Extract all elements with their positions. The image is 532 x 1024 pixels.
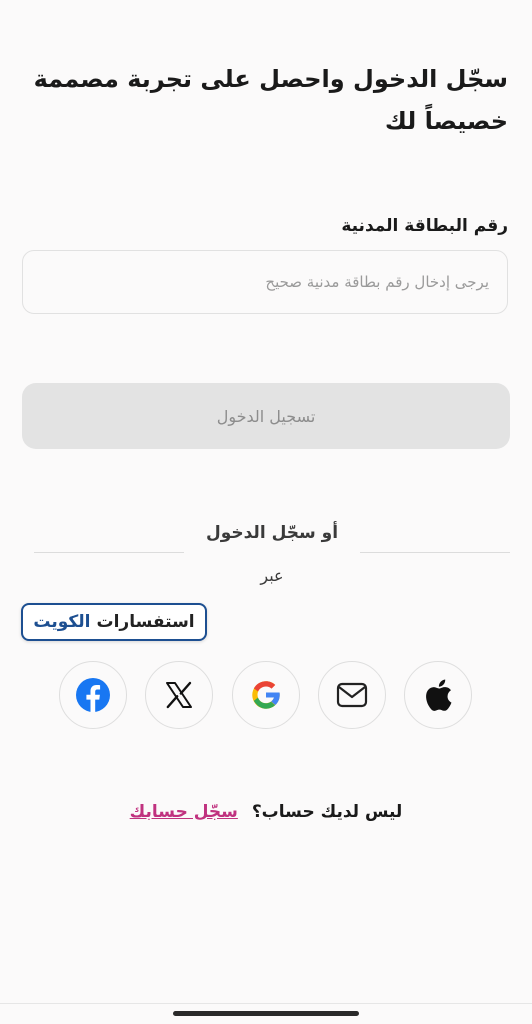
no-account-text: ليس لديك حساب؟ bbox=[251, 802, 403, 822]
bottom-divider bbox=[0, 1003, 532, 1004]
apple-icon bbox=[423, 678, 453, 712]
civil-id-field-container bbox=[22, 250, 508, 314]
badge-word-inquiries: استفسارات bbox=[96, 612, 195, 632]
email-login-button[interactable] bbox=[318, 661, 386, 729]
x-icon bbox=[164, 680, 194, 710]
civil-id-label: رقم البطاقة المدنية bbox=[341, 216, 508, 236]
divider-line-right bbox=[360, 552, 510, 553]
login-button[interactable]: تسجيل الدخول bbox=[22, 383, 510, 449]
via-text: عبر bbox=[260, 566, 284, 585]
facebook-login-button[interactable] bbox=[59, 661, 127, 729]
google-icon bbox=[249, 678, 283, 712]
apple-login-button[interactable] bbox=[404, 661, 472, 729]
divider-line-left bbox=[34, 552, 184, 553]
or-login-text: أو سجّل الدخول bbox=[205, 523, 339, 543]
signup-link[interactable]: سجّل حسابك bbox=[130, 802, 238, 822]
kuwait-inquiries-badge: استفسارات الكويت bbox=[21, 603, 207, 641]
email-icon bbox=[336, 682, 368, 708]
badge-word-kuwait: الكويت bbox=[33, 612, 91, 632]
x-login-button[interactable] bbox=[145, 661, 213, 729]
signup-prompt: ليس لديك حساب؟ سجّل حسابك bbox=[0, 802, 532, 822]
google-login-button[interactable] bbox=[232, 661, 300, 729]
civil-id-input[interactable] bbox=[23, 251, 507, 313]
home-indicator[interactable] bbox=[173, 1011, 359, 1016]
facebook-icon bbox=[76, 678, 110, 712]
page-title: سجّل الدخول واحصل على تجربة مصممة خصيصاً… bbox=[33, 65, 508, 135]
